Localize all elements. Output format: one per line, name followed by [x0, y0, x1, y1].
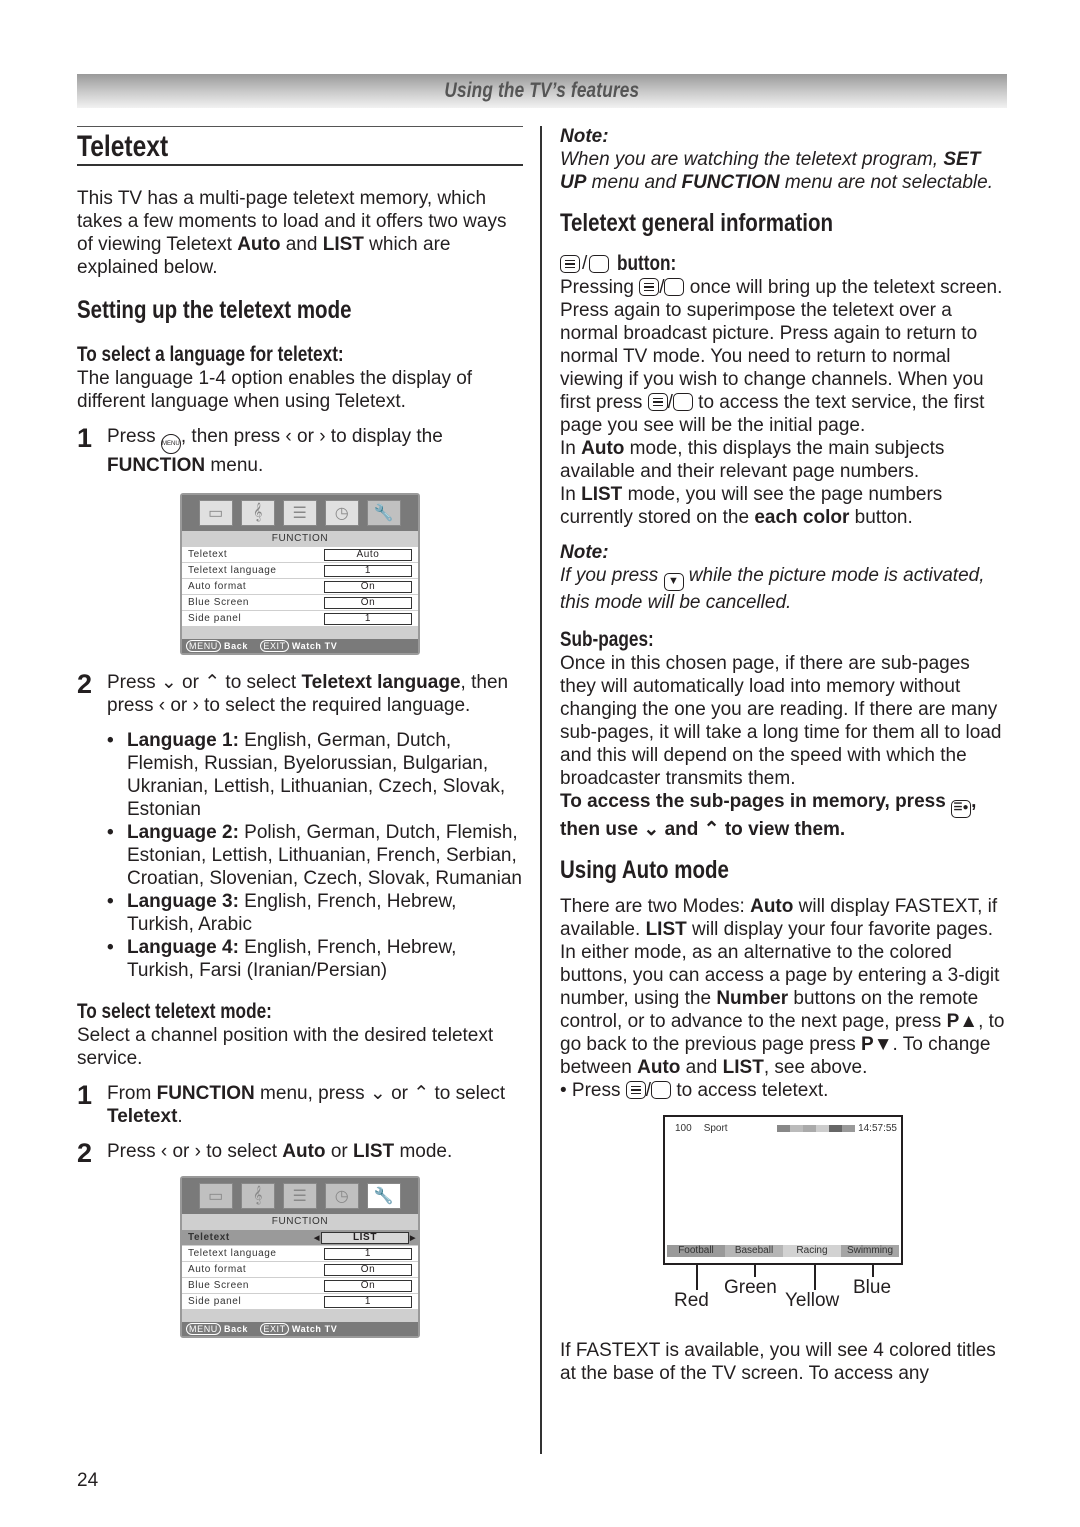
osd-footer: MENU Back EXIT Watch TV	[182, 639, 418, 653]
general-info-heading: Teletext general information	[560, 209, 834, 237]
fastext-title-green: Baseball	[725, 1245, 783, 1257]
auto-mode-description: In Auto mode, this displays the main sub…	[560, 438, 945, 482]
step-1: 1 Press MENU, then press ‹ or › to displ…	[77, 423, 443, 477]
note-label: Note:	[560, 126, 609, 147]
mix-button-icon	[664, 278, 685, 296]
sound-icon: 𝄞	[241, 1183, 275, 1209]
picture-icon: ▭	[199, 1183, 233, 1209]
osd-row: Side panel 1	[182, 611, 418, 627]
clock: 14:57:55	[858, 1123, 897, 1134]
picture-icon: ▭	[199, 500, 233, 526]
menu-button-icon: MENU	[160, 434, 181, 454]
loading-blocks	[777, 1125, 856, 1132]
page-number: 24	[77, 1470, 99, 1491]
teletext-screen: 100 Sport 14:57:55 Football Baseball Rac…	[663, 1115, 903, 1265]
teletext-button-icon	[639, 278, 660, 296]
mode-heading: To select teletext mode:	[77, 1000, 272, 1023]
subpages-heading: Sub-pages:	[560, 628, 654, 651]
osd-row: Blue Screen On	[182, 595, 418, 611]
osd-footer: MENU Back EXIT Watch TV	[182, 1322, 418, 1336]
picture-mode-button-icon: ▼	[663, 573, 684, 591]
button-heading: / button:	[560, 252, 1005, 276]
osd-row: Side panel 1	[182, 1294, 418, 1310]
list-item: Language 4: English, French, Hebrew, Tur…	[107, 936, 523, 982]
setup-icon: ☰	[283, 500, 317, 526]
language-heading: To select a language for teletext:	[77, 343, 344, 366]
osd-row: Teletext language 1	[182, 1246, 418, 1262]
left-column: Teletext This TV has a multi-page telete…	[77, 126, 523, 1338]
access-teletext-bullet: • Press / to access teletext.	[560, 1080, 829, 1101]
list-mode-description: In LIST mode, you will see the page numb…	[560, 484, 943, 528]
section-banner: Using the TV’s features	[77, 74, 1007, 108]
timer-icon: ◷	[325, 500, 359, 526]
mode-step-2: 2 Press ‹ or › to select Auto or LIST mo…	[77, 1138, 453, 1168]
subpage-button-icon: ☰●	[951, 800, 972, 818]
subpages-instructions: To access the sub-pages in memory, press…	[560, 791, 977, 840]
function-icon: 🔧	[367, 1183, 401, 1209]
teletext-button-icon	[560, 255, 580, 273]
page-subject: Sport	[703, 1123, 728, 1134]
callout-line	[754, 1265, 756, 1277]
mix-button-icon	[651, 1081, 672, 1099]
note-text: When you are watching the teletext progr…	[560, 149, 993, 193]
osd-row-selected: Teletext ◀ LIST ▶	[182, 1230, 418, 1246]
page-number: 100	[675, 1123, 692, 1134]
mode-step-1: 1 From FUNCTION menu, press ⌄ or ⌃ to se…	[77, 1080, 506, 1128]
setup-heading: Setting up the teletext mode	[77, 296, 352, 324]
title-rule	[77, 164, 523, 166]
language-list: Language 1: English, German, Dutch, Flem…	[107, 729, 523, 982]
osd-row: Auto format On	[182, 579, 418, 595]
fastext-title-blue: Swimming	[841, 1245, 899, 1257]
page-title: Teletext	[77, 130, 169, 163]
list-item: Language 1: English, German, Dutch, Flem…	[107, 729, 523, 821]
auto-mode-text: There are two Modes: Auto will display F…	[560, 896, 1005, 1078]
button-description: Pressing / once will bring up the telete…	[560, 277, 1003, 436]
note-text: If you press ▼ while the picture mode is…	[560, 565, 985, 613]
osd-row: Teletext Auto	[182, 547, 418, 563]
osd-menu-title: FUNCTION	[271, 533, 329, 544]
subpages-text: Once in this chosen page, if there are s…	[560, 653, 1002, 789]
osd-row: Auto format On	[182, 1262, 418, 1278]
fastext-bar: Football Baseball Racing Swimming	[667, 1245, 899, 1257]
teletext-button-icon	[625, 1081, 646, 1099]
color-label-yellow: Yellow	[785, 1290, 840, 1311]
list-item: Language 3: English, French, Hebrew, Tur…	[107, 890, 523, 936]
fastext-title-red: Football	[667, 1245, 725, 1257]
fastext-title-yellow: Racing	[783, 1245, 841, 1257]
title-rule	[77, 126, 523, 127]
osd-row: Blue Screen On	[182, 1278, 418, 1294]
function-icon: 🔧	[367, 500, 401, 526]
color-label-blue: Blue	[853, 1277, 892, 1298]
menu-icon-bar: ▭ 𝄞 ☰ ◷ 🔧	[182, 1178, 418, 1214]
color-label-green: Green	[724, 1277, 777, 1298]
callout-line	[696, 1265, 698, 1290]
step-2: 2 Press ⌄ or ⌃ to select Teletext langua…	[77, 669, 509, 717]
function-menu-osd: ▭ 𝄞 ☰ ◷ 🔧 FUNCTION Teletext Auto Teletext…	[180, 493, 420, 655]
menu-icon-bar: ▭ 𝄞 ☰ ◷ 🔧	[182, 495, 418, 531]
list-item: Language 2: Polish, German, Dutch, Flemi…	[107, 821, 523, 890]
teletext-header: 100 Sport 14:57:55	[675, 1123, 897, 1134]
function-menu-osd-list: ▭ 𝄞 ☰ ◷ 🔧 FUNCTION Teletext ◀ LIST ▶ Telete…	[180, 1176, 420, 1338]
auto-mode-heading: Using Auto mode	[560, 856, 729, 884]
column-divider	[540, 126, 542, 1454]
color-label-red: Red	[674, 1290, 709, 1311]
teletext-button-icon	[647, 393, 668, 411]
osd-menu-title: FUNCTION	[271, 1216, 329, 1227]
callout-line	[872, 1265, 874, 1277]
setup-icon: ☰	[283, 1183, 317, 1209]
right-column: Note: When you are watching the teletext…	[560, 126, 1005, 1385]
teletext-screen-illustration: 100 Sport 14:57:55 Football Baseball Rac…	[660, 1110, 1000, 1320]
callout-line	[814, 1265, 816, 1290]
section-title: Using the TV’s features	[444, 79, 640, 102]
mix-button-icon	[672, 393, 693, 411]
sound-icon: 𝄞	[241, 500, 275, 526]
osd-row: Teletext language 1	[182, 563, 418, 579]
fastext-text: If FASTEXT is available, you will see 4 …	[560, 1340, 996, 1384]
mode-intro: Select a channel position with the desir…	[77, 1025, 494, 1069]
note-label: Note:	[560, 542, 609, 563]
intro-paragraph: This TV has a multi-page teletext memory…	[77, 188, 507, 278]
language-intro: The language 1-4 option enables the disp…	[77, 368, 473, 412]
mix-button-icon	[589, 255, 610, 273]
timer-icon: ◷	[325, 1183, 359, 1209]
